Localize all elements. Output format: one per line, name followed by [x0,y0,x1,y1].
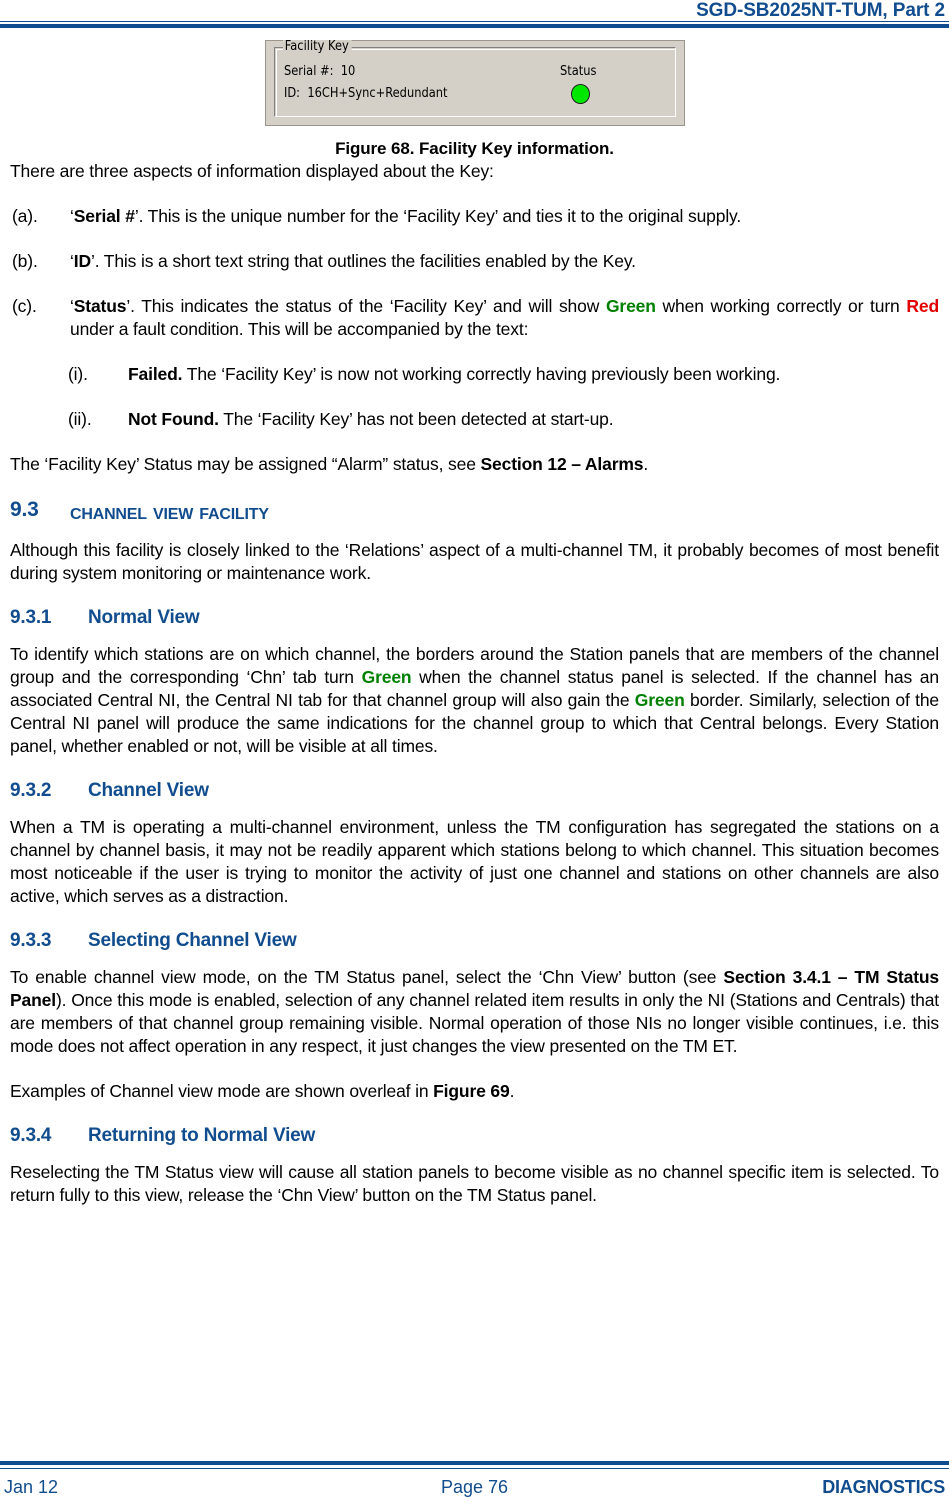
heading-9-3-3-title: Selecting Channel View [88,930,297,951]
heading-9-3-2-number: 9.3.2 [10,780,52,801]
list-item-b: (b). ‘ID’. This is a short text string th… [10,250,939,273]
red-keyword: Red [906,296,939,316]
sub-list-marker-i: (i). [68,364,88,384]
section-9-3-1-text: To identify which stations are on which … [10,643,939,758]
document-body: There are three aspects of information d… [10,160,939,1207]
header-rule-thin [0,21,949,22]
list-item-c: (c). ‘Status’. This indicates the status … [10,295,939,341]
section-9-3-2-text: When a TM is operating a multi-channel e… [10,817,939,906]
green-keyword-2: Green [361,667,412,687]
sub-list-text-ii: The ‘Facility Key’ has not been detected… [218,409,614,429]
section-9-3-intro: Although this facility is closely linked… [10,540,939,583]
green-keyword: Green [605,296,656,316]
list-text-c-1: This indicates the status of the ‘Facili… [134,296,606,316]
footer-section-label: DIAGNOSTICS [822,1477,945,1497]
sub-list-item-ii: (ii). Not Found. The ‘Facility Key’ has n… [10,408,939,431]
heading-9-3-4: 9.3.4 Returning to Normal View [10,1125,939,1147]
heading-9-3-1: 9.3.1 Normal View [10,607,939,629]
heading-9-3-4-title: Returning to Normal View [88,1125,316,1146]
id-row: ID: 16CH+Sync+Redundant [284,87,447,101]
facility-key-groupbox: Facility Key Serial #: 10 ID: 16CH+Sync+… [273,40,676,117]
term-not-found: Not Found. [128,409,219,429]
page-footer: Jan 12 Page 76 DIAGNOSTICS [0,1461,949,1511]
examples-text-1: Examples of Channel view mode are shown … [10,1081,434,1101]
heading-9-3-number: 9.3 [10,498,39,521]
list-text-c-2: when working correctly or turn [655,296,907,316]
sub-list-marker-ii: (ii). [68,409,92,429]
term-status: Status [73,296,127,316]
footer-page-number: Page 76 [440,1477,509,1497]
figure-69-reference: Figure 69 [433,1081,510,1101]
list-marker-a: (a). [12,206,38,226]
figure-68: Facility Key Serial #: 10 ID: 16CH+Sync+… [0,40,949,159]
id-value: 16CH+Sync+Redundant [306,86,447,101]
header-rule-thick [0,24,949,28]
sub-list-item-i: (i). Failed. The ‘Facility Key’ is now no… [10,363,939,386]
list-text-b: This is a short text string that outline… [99,251,636,271]
heading-9-3-2: 9.3.2 Channel View [10,780,939,802]
term-failed: Failed. [128,364,183,384]
heading-9-3-2-title: Channel View [88,780,209,801]
status-label: Status [559,64,596,79]
heading-9-3-3: 9.3.3 Selecting Channel View [10,930,939,952]
heading-9-3-1-number: 9.3.1 [10,607,52,628]
heading-9-3: 9.3 Channel View Facility [10,498,939,525]
s933-text-2: ). Once this mode is enabled, selection … [10,990,939,1056]
list-marker-c: (c). [12,296,37,316]
groupbox-inner-bevel [275,49,675,116]
term-quote-close-c: ’. [126,296,135,316]
alarm-note-text-2: . [643,454,649,474]
section-9-3-3-text: To enable channel view mode, on the TM S… [10,966,939,1058]
alarm-note: The ‘Facility Key’ Status may be assigne… [10,453,939,476]
heading-9-3-1-title: Normal View [88,607,200,628]
facility-key-screenshot: Facility Key Serial #: 10 ID: 16CH+Sync+… [264,40,685,126]
intro-lead: There are three aspects of information d… [10,161,494,181]
document-page: SGD-SB2025NT-TUM, Part 2 Facility Key Se… [0,0,949,1511]
heading-9-3-3-number: 9.3.3 [10,930,52,951]
green-keyword-3: Green [634,690,685,710]
heading-9-3-title: Channel View Facility [70,498,269,524]
term-quote-close-a: ’. [134,206,144,226]
list-item-a: (a). ‘Serial #’. This is the unique numbe… [10,205,939,228]
sub-list-text-i: The ‘Facility Key’ is now not working co… [182,364,781,384]
figure-caption: Figure 68. Facility Key information. [335,139,614,158]
list-text-c-3: under a fault condition. This will be ac… [70,319,529,339]
header-title: SGD-SB2025NT-TUM, Part 2 [696,0,945,21]
serial-label: Serial #: [283,64,333,79]
footer-rule-thick [0,1461,949,1465]
section-9-3-4-text: Reselecting the TM Status view will caus… [10,1162,939,1205]
page-header: SGD-SB2025NT-TUM, Part 2 [0,0,949,30]
examples-text-2: . [509,1081,515,1101]
serial-number-row: Serial #: 10 [284,65,355,79]
id-label: ID: [283,86,300,101]
term-serial-number: Serial # [73,206,135,226]
alarm-note-text-1: The ‘Facility Key’ Status may be assigne… [10,454,481,474]
heading-9-3-4-number: 9.3.4 [10,1125,52,1146]
serial-value: 10 [340,64,355,79]
green-status-led-icon [570,84,590,104]
term-id: ID [73,251,91,271]
list-text-a: This is the unique number for the ‘Facil… [143,206,742,226]
list-marker-b: (b). [12,251,38,271]
footer-rule-thin [0,1468,949,1469]
groupbox-legend: Facility Key [282,40,351,54]
alarm-note-reference: Section 12 – Alarms [480,454,644,474]
s933-text-1: To enable channel view mode, on the TM S… [10,967,724,987]
examples-note: Examples of Channel view mode are shown … [10,1080,939,1103]
